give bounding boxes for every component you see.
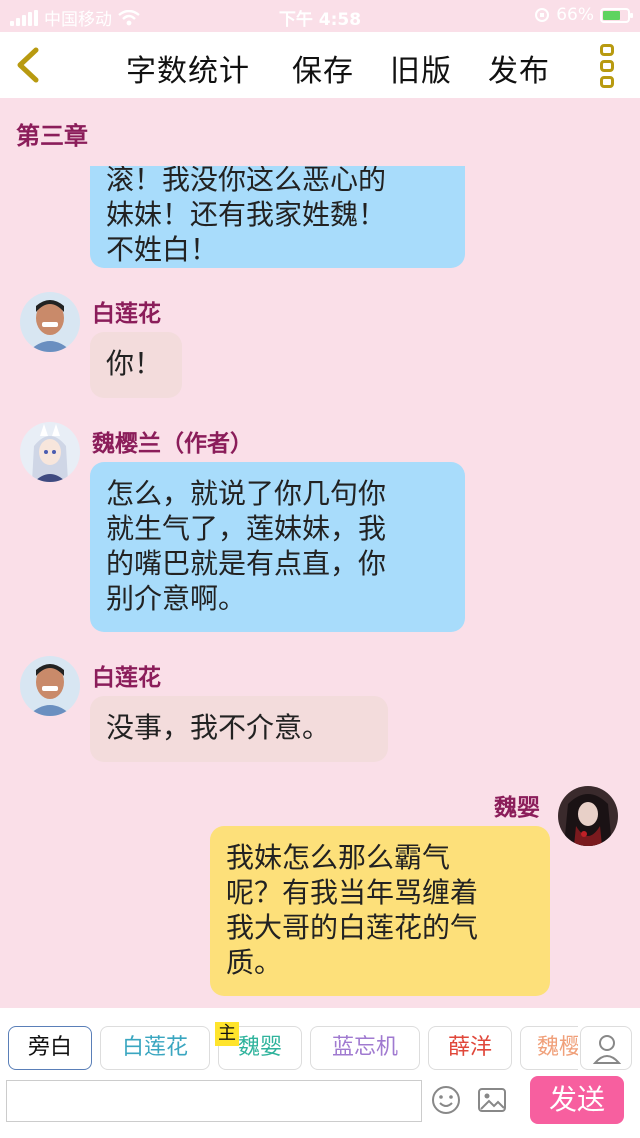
top-toolbar: 字数统计 保存 旧版 发布	[0, 32, 640, 98]
smiley-icon[interactable]	[430, 1084, 462, 1116]
composer-bar: 旁白 白莲花 魏婴 蓝忘机 薛洋 魏樱 主 发送	[0, 1008, 640, 1138]
message-line: 怎么，就说了你几句你	[106, 477, 387, 510]
character-chip[interactable]: 旁白	[8, 1026, 92, 1070]
chapter-title: 第三章	[16, 122, 88, 150]
more-vertical-icon[interactable]	[600, 44, 618, 88]
message-line: 妹妹！还有我家姓魏！	[106, 198, 387, 231]
message-line: 不姓白！	[106, 233, 219, 266]
character-chip[interactable]: 白莲花	[100, 1026, 210, 1070]
speaker-name: 魏樱兰（作者）	[92, 431, 253, 457]
speaker-name: 魏婴	[494, 795, 540, 821]
publish-button[interactable]: 发布	[488, 46, 550, 90]
message-line: 质。	[226, 946, 283, 979]
message-bubble[interactable]: 怎么，就说了你几句你 就生气了，莲妹妹，我 的嘴巴就是有点直，你 别介意啊。	[90, 462, 465, 632]
avatar[interactable]	[20, 292, 80, 352]
message-line: 你！	[106, 347, 163, 380]
character-chip[interactable]: 蓝忘机	[310, 1026, 420, 1070]
message-line: 呢？有我当年骂缠着	[226, 876, 479, 909]
save-button[interactable]: 保存	[292, 46, 354, 90]
word-count-button[interactable]: 字数统计	[126, 46, 250, 90]
message-line: 别介意啊。	[106, 582, 247, 615]
battery-fill	[603, 10, 621, 20]
main-character-badge: 主	[215, 1022, 239, 1046]
speaker-name: 白莲花	[92, 301, 161, 327]
avatar[interactable]	[558, 786, 618, 846]
message-input[interactable]	[6, 1080, 422, 1122]
old-version-button[interactable]: 旧版	[390, 46, 452, 90]
message-line: 我妹怎么那么霸气	[226, 841, 451, 874]
message-line: 我大哥的白莲花的气	[226, 911, 479, 944]
message-bubble[interactable]: 没事，我不介意。	[90, 696, 388, 762]
message-bubble[interactable]: 你！	[90, 332, 182, 398]
message-bubble[interactable]: 我妹怎么那么霸气 呢？有我当年骂缠着 我大哥的白莲花的气 质。	[210, 826, 550, 996]
character-chip[interactable]: 魏樱	[520, 1026, 578, 1070]
status-right: 66%	[534, 5, 633, 25]
character-selector[interactable]: 旁白 白莲花 魏婴 蓝忘机 薛洋 魏樱	[0, 1026, 578, 1072]
status-bar: 中国移动 下午 4:58 66%	[0, 0, 640, 32]
rotation-lock-icon	[535, 8, 550, 22]
battery-icon	[600, 7, 633, 23]
speaker-name: 白莲花	[92, 665, 161, 691]
image-icon[interactable]	[476, 1084, 508, 1116]
chevron-left-icon[interactable]	[12, 46, 44, 84]
message-line: 的嘴巴就是有点直，你	[106, 547, 387, 580]
character-chip[interactable]: 薛洋	[428, 1026, 512, 1070]
message-line: 滚！我没你这么恶心的	[106, 166, 387, 196]
send-button[interactable]: 发送	[530, 1076, 624, 1124]
avatar[interactable]	[20, 656, 80, 716]
chat-area[interactable]: 滚！我没你这么恶心的 妹妹！还有我家姓魏！ 不姓白！ 白莲花 你！ 魏樱兰（作者…	[0, 166, 640, 1008]
message-line: 就生气了，莲妹妹，我	[106, 512, 387, 545]
avatar[interactable]	[20, 422, 80, 482]
message-line: 没事，我不介意。	[106, 711, 331, 744]
battery-percent: 66%	[556, 5, 594, 25]
message-bubble[interactable]: 滚！我没你这么恶心的 妹妹！还有我家姓魏！ 不姓白！	[90, 166, 465, 268]
person-icon[interactable]	[580, 1026, 632, 1070]
